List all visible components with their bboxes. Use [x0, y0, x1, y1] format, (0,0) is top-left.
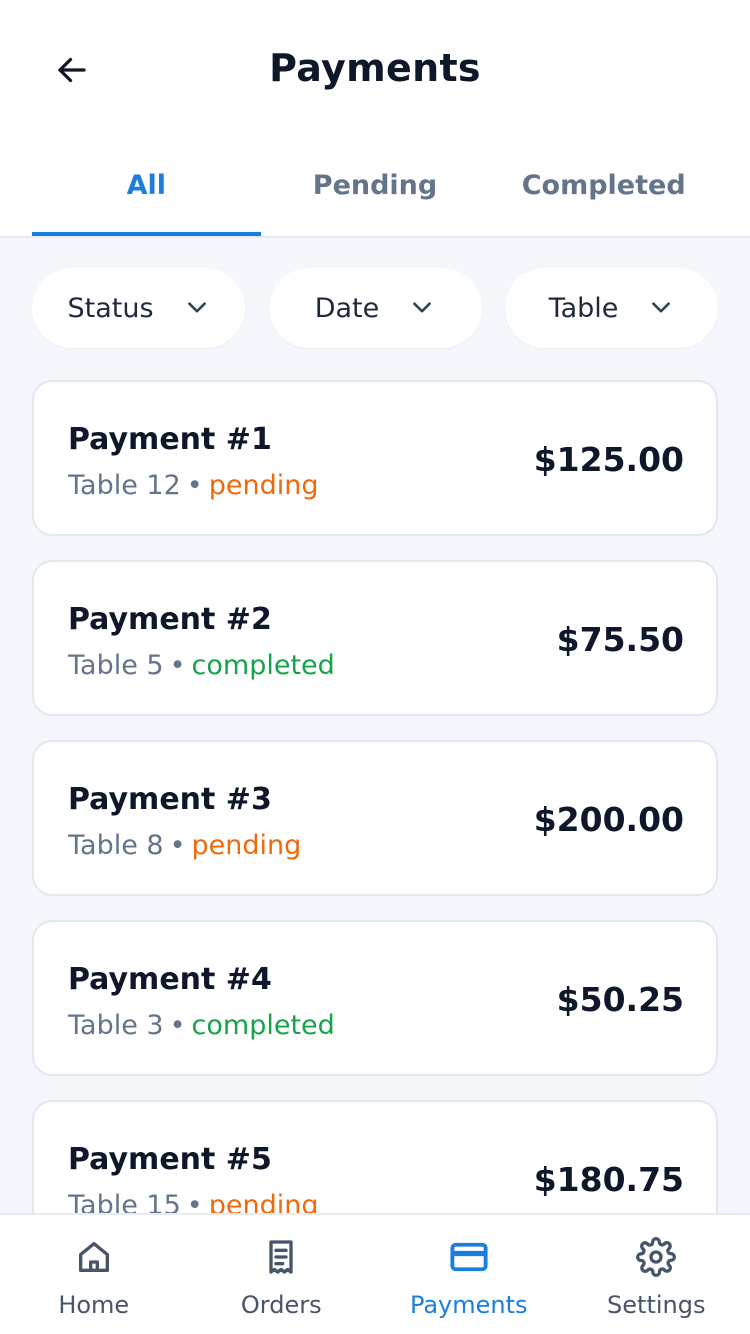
payment-status: completed [191, 1010, 335, 1041]
tab-bar: All Pending Completed [32, 150, 718, 236]
separator: • [169, 650, 186, 681]
chevron-down-icon [648, 295, 674, 321]
nav-item-payments[interactable]: Payments [375, 1215, 563, 1334]
separator: • [169, 830, 186, 861]
nav-label: Home [58, 1291, 130, 1319]
payment-card[interactable]: Payment #5 Table 15 • pending $180.75 [32, 1100, 718, 1213]
payment-table: Table 5 [68, 650, 164, 681]
payment-amount: $75.50 [556, 620, 684, 659]
payment-title: Payment #2 [68, 602, 272, 637]
payment-title: Payment #4 [68, 962, 272, 997]
payment-status: completed [191, 650, 335, 681]
bottom-navigation: Home Orders Payments Settings [0, 1213, 750, 1334]
tab-label: All [126, 170, 167, 201]
payment-amount: $125.00 [533, 440, 684, 479]
credit-card-icon [447, 1235, 491, 1279]
separator: • [186, 1190, 203, 1213]
top-bar: Payments All Pending Completed [0, 0, 750, 238]
payment-title: Payment #1 [68, 422, 272, 457]
filter-label: Status [67, 292, 154, 324]
nav-item-orders[interactable]: Orders [188, 1215, 376, 1334]
payment-amount: $180.75 [533, 1160, 684, 1199]
payment-status: pending [191, 830, 302, 861]
chevron-down-icon [409, 295, 435, 321]
payment-list[interactable]: Payment #1 Table 12 • pending $125.00 Paym… [32, 380, 718, 1213]
payment-details: Table 12 • pending [68, 470, 318, 501]
receipt-icon [259, 1235, 303, 1279]
tab-label: Pending [312, 170, 438, 201]
filter-label: Table [548, 292, 619, 324]
tab-completed[interactable]: Completed [489, 150, 718, 236]
payment-table: Table 15 [68, 1190, 181, 1213]
payment-table: Table 3 [68, 1010, 164, 1041]
payment-title: Payment #3 [68, 782, 272, 817]
separator: • [169, 1010, 186, 1041]
payment-table: Table 8 [68, 830, 164, 861]
nav-item-settings[interactable]: Settings [563, 1215, 750, 1334]
home-icon [72, 1235, 116, 1279]
filter-bar: Status Date Table [32, 268, 718, 348]
date-filter-dropdown[interactable]: Date [268, 268, 482, 348]
tab-pending[interactable]: Pending [261, 150, 490, 236]
tab-label: Completed [521, 170, 686, 201]
table-filter-dropdown[interactable]: Table [505, 268, 718, 348]
nav-label: Orders [240, 1291, 322, 1319]
payment-amount: $200.00 [533, 800, 684, 839]
page-title: Payments [269, 46, 481, 90]
payment-table: Table 12 [68, 470, 181, 501]
tab-all[interactable]: All [32, 150, 261, 236]
payment-title: Payment #5 [68, 1142, 272, 1177]
payment-card[interactable]: Payment #2 Table 5 • completed $75.50 [32, 560, 718, 716]
payment-details: Table 3 • completed [68, 1010, 335, 1041]
payment-card[interactable]: Payment #3 Table 8 • pending $200.00 [32, 740, 718, 896]
nav-label: Payments [409, 1291, 528, 1319]
gear-icon [634, 1235, 678, 1279]
nav-item-home[interactable]: Home [0, 1215, 188, 1334]
payment-status: pending [208, 1190, 319, 1213]
payment-amount: $50.25 [556, 980, 684, 1019]
payment-card[interactable]: Payment #4 Table 3 • completed $50.25 [32, 920, 718, 1076]
payment-status: pending [208, 470, 319, 501]
payment-details: Table 8 • pending [68, 830, 301, 861]
payment-card[interactable]: Payment #1 Table 12 • pending $125.00 [32, 380, 718, 536]
payment-details: Table 5 • completed [68, 650, 335, 681]
payment-details: Table 15 • pending [68, 1190, 318, 1213]
status-filter-dropdown[interactable]: Status [32, 268, 245, 348]
nav-label: Settings [607, 1291, 706, 1319]
filter-label: Date [314, 292, 380, 324]
separator: • [186, 470, 203, 501]
chevron-down-icon [184, 295, 210, 321]
